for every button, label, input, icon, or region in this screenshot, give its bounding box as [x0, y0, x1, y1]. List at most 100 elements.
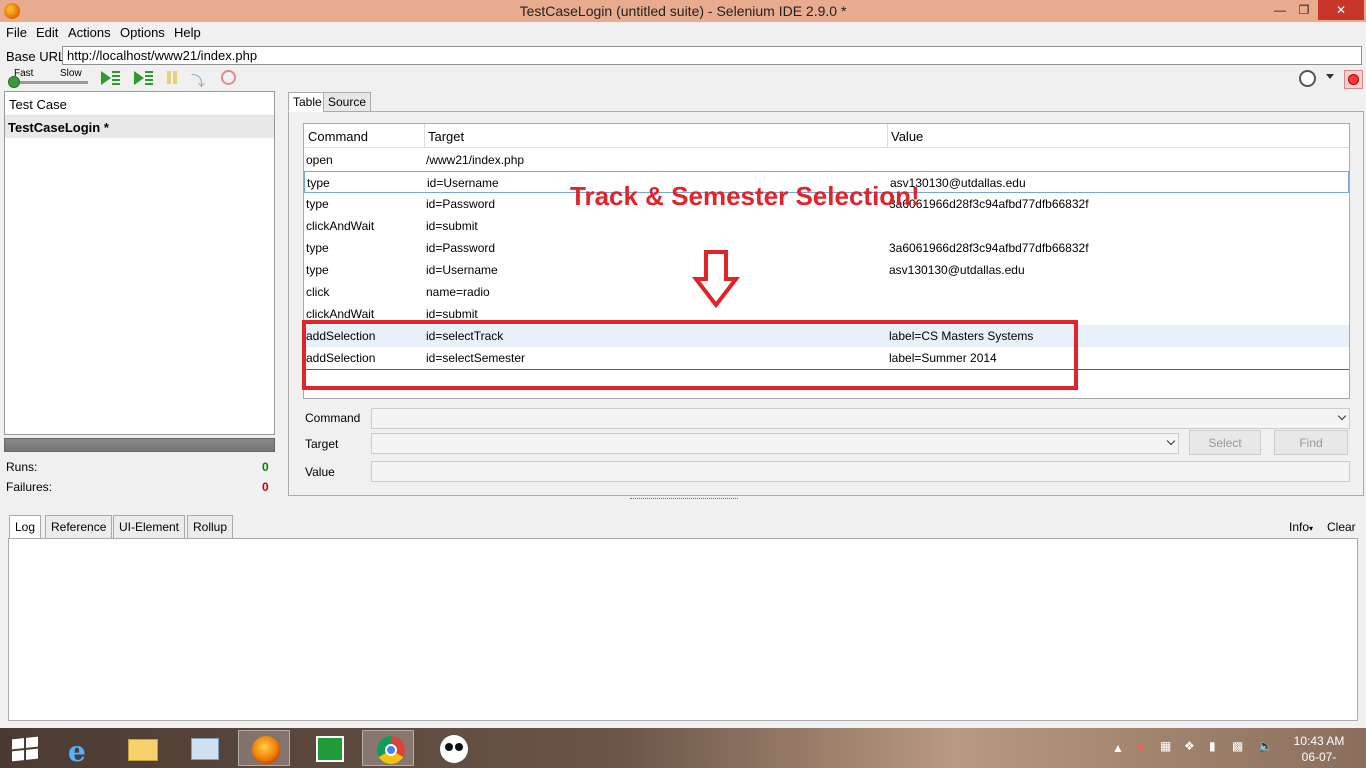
- internet-explorer-icon: e: [68, 735, 86, 768]
- annotation-label: Track & Semester Selection!: [570, 181, 920, 211]
- cell-command: clickAndWait: [306, 219, 375, 233]
- windows-store-icon: [316, 736, 344, 762]
- base-url-input[interactable]: [62, 46, 1362, 65]
- base-url-label: Base URL: [6, 49, 66, 64]
- cell-value: 3a6061966d28f3c94afbd77dfb66832f: [889, 241, 1089, 255]
- cell-target: id=submit: [426, 307, 478, 321]
- windows-icon[interactable]: ▦: [1160, 739, 1171, 753]
- speed-slow-label: Slow: [60, 68, 82, 79]
- taskbar-app[interactable]: e: [54, 730, 106, 768]
- tab-source[interactable]: Source: [323, 92, 372, 112]
- power-icon[interactable]: ▮: [1209, 739, 1216, 753]
- antivirus-icon[interactable]: ▲: [1134, 739, 1146, 753]
- table-header: Command Target Value: [304, 124, 1349, 148]
- volume-icon[interactable]: 🔈: [1258, 739, 1273, 753]
- maximize-button[interactable]: ❐: [1290, 0, 1318, 20]
- test-case-header: Test Case: [5, 92, 274, 116]
- header-value[interactable]: Value: [891, 129, 923, 144]
- table-row[interactable]: type id=Password 3a6061966d28f3c94afbd77…: [304, 237, 1349, 259]
- header-target[interactable]: Target: [428, 129, 464, 144]
- taskbar-app[interactable]: [426, 730, 478, 766]
- record-icon: [1348, 74, 1359, 85]
- cell-command: type: [306, 197, 329, 211]
- windows-start-icon: [12, 736, 38, 762]
- menu-actions[interactable]: Actions: [68, 25, 111, 40]
- select-button[interactable]: Select: [1189, 430, 1261, 455]
- play-test-icon[interactable]: [134, 71, 154, 87]
- failures-label: Failures:: [6, 480, 53, 494]
- toolbar: Fast Slow ⤵: [0, 67, 1366, 91]
- horizontal-splitter[interactable]: [0, 496, 1366, 504]
- speed-slider-handle[interactable]: [8, 76, 20, 88]
- schedule-icon[interactable]: [1299, 70, 1316, 87]
- network-signal-icon[interactable]: ▩: [1232, 739, 1243, 753]
- clear-log-button[interactable]: Clear: [1327, 520, 1356, 534]
- cell-command: click: [306, 285, 330, 299]
- close-button[interactable]: ✕: [1318, 0, 1364, 20]
- chevron-down-icon: [1166, 436, 1176, 446]
- failures-value: 0: [262, 480, 269, 494]
- cell-command: type: [306, 263, 329, 277]
- taskbar-app[interactable]: [302, 730, 354, 766]
- rollup-icon[interactable]: [221, 70, 236, 85]
- down-arrow-icon: [692, 250, 740, 309]
- cell-target: name=radio: [426, 285, 490, 299]
- dropbox-icon[interactable]: ❖: [1184, 739, 1195, 753]
- play-suite-icon[interactable]: [101, 71, 121, 87]
- menu-file[interactable]: File: [6, 25, 27, 40]
- value-label: Value: [305, 465, 335, 479]
- value-field[interactable]: [371, 461, 1350, 482]
- cell-command: type: [307, 176, 330, 190]
- taskbar-app[interactable]: [116, 730, 168, 766]
- cell-target: /www21/index.php: [426, 153, 525, 167]
- cell-target: id=submit: [426, 219, 478, 233]
- record-button[interactable]: [1344, 70, 1363, 89]
- runs-label: Runs:: [6, 460, 38, 474]
- target-combo[interactable]: [371, 433, 1179, 454]
- table-row[interactable]: type id=Username asv130130@utdallas.edu: [304, 259, 1349, 281]
- tab-table[interactable]: Table: [288, 92, 327, 112]
- chevron-down-icon[interactable]: [1326, 74, 1334, 79]
- tab-ui-element[interactable]: UI-Element: [113, 515, 186, 539]
- target-label: Target: [305, 437, 339, 451]
- speed-slider-track: [10, 81, 88, 84]
- base-url-bar: Base URL: [0, 45, 1366, 67]
- tab-rollup[interactable]: Rollup: [187, 515, 234, 539]
- menu-bar: File Edit Actions Options Help: [0, 22, 1366, 44]
- taskbar-app[interactable]: [362, 730, 414, 766]
- pause-icon[interactable]: [167, 71, 187, 87]
- tab-reference[interactable]: Reference: [45, 515, 113, 539]
- info-label: Info: [1289, 520, 1310, 534]
- cell-command: open: [306, 153, 333, 167]
- taskbar-app[interactable]: [178, 730, 230, 766]
- vertical-splitter[interactable]: [279, 91, 285, 496]
- command-combo[interactable]: [371, 408, 1350, 429]
- annotation-highlight-box: [302, 320, 1078, 390]
- table-row[interactable]: clickAndWait id=submit: [304, 215, 1349, 237]
- find-button[interactable]: Find: [1274, 430, 1348, 455]
- tab-log[interactable]: Log: [9, 515, 42, 539]
- show-hidden-icons-icon[interactable]: ▲: [1112, 741, 1124, 755]
- info-dropdown[interactable]: Info▾: [1289, 520, 1313, 534]
- start-button[interactable]: [0, 730, 52, 766]
- cell-target: id=Username: [427, 176, 499, 190]
- table-row[interactable]: open /www21/index.php: [304, 149, 1349, 171]
- menu-edit[interactable]: Edit: [36, 25, 58, 40]
- menu-help[interactable]: Help: [174, 25, 201, 40]
- taskbar-app[interactable]: [238, 730, 290, 766]
- clock-time: 10:43 AM: [1293, 734, 1345, 748]
- test-case-item[interactable]: TestCaseLogin *: [5, 116, 274, 138]
- table-row[interactable]: click name=radio: [304, 281, 1349, 303]
- cell-target: id=Username: [426, 263, 498, 277]
- clock-date: 06-07-2015: [1301, 750, 1337, 768]
- title-bar: TestCaseLogin (untitled suite) - Seleniu…: [0, 0, 1366, 22]
- chevron-down-icon: ▾: [1309, 524, 1314, 533]
- menu-options[interactable]: Options: [120, 25, 165, 40]
- header-command[interactable]: Command: [308, 129, 368, 144]
- cell-target: id=Password: [426, 241, 496, 255]
- log-area: [8, 538, 1358, 721]
- runs-value: 0: [262, 460, 269, 474]
- step-icon[interactable]: ⤵: [191, 71, 211, 89]
- system-clock[interactable]: 10:43 AM 06-07-2015: [1289, 733, 1349, 768]
- cell-command: clickAndWait: [306, 307, 375, 321]
